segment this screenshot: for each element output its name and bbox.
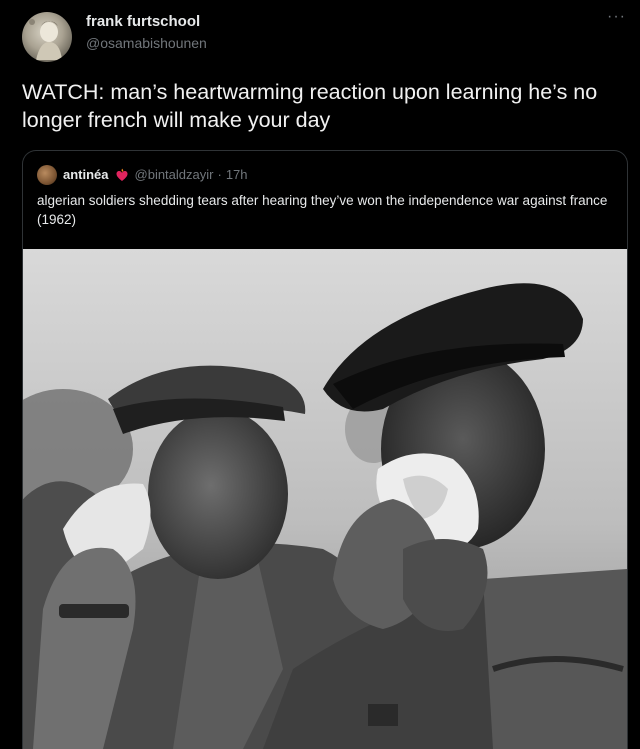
author-handle[interactable]: @osamabishounen — [86, 34, 207, 52]
flame-heart-icon — [116, 168, 128, 181]
quoted-author-handle[interactable]: @bintaldzayir — [135, 167, 214, 183]
quoted-tweet-photo[interactable] — [23, 249, 627, 749]
tweet-text: WATCH: man’s heartwarming reaction upon … — [22, 80, 598, 132]
quoted-tweet[interactable]: antinéa @bintaldzayir · 17h algerian sol… — [22, 150, 628, 749]
author-display-name[interactable]: frank furtschool — [86, 13, 207, 31]
avatar-image — [29, 19, 62, 60]
meta-separator: · — [217, 167, 222, 182]
quoted-author-avatar[interactable] — [37, 165, 57, 185]
author-avatar[interactable] — [22, 12, 72, 62]
tweet: frank furtschool @osamabishounen ··· WAT… — [0, 0, 640, 749]
quoted-tweet-text: algerian soldiers shedding tears after h… — [37, 193, 608, 227]
author-block: frank furtschool @osamabishounen — [86, 13, 207, 52]
quoted-tweet-header: antinéa @bintaldzayir · 17h — [37, 165, 248, 185]
quoted-author-display-name[interactable]: antinéa — [63, 167, 109, 183]
quoted-tweet-timestamp[interactable]: 17h — [226, 167, 248, 183]
more-options-icon[interactable]: ··· — [607, 8, 626, 26]
